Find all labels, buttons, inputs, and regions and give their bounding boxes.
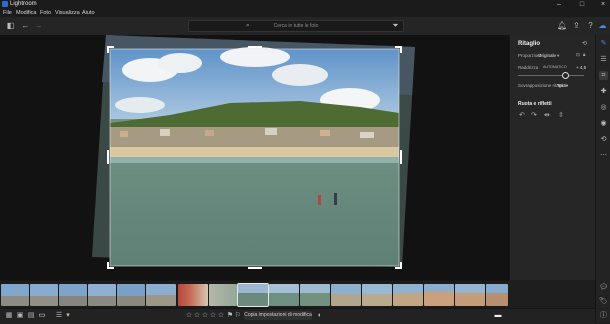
menu-file[interactable]: File — [3, 9, 12, 17]
crop-panel: Ritaglio ⟲ Proporzioni Originale ▾ ⊡ 🔒︎ … — [509, 35, 596, 280]
maximize-icon[interactable]: □ — [577, 0, 587, 9]
chevron-down-icon[interactable]: ▾ — [557, 53, 559, 59]
reset-icon[interactable]: ⟲ — [582, 40, 587, 47]
detail-view-icon[interactable]: ▤ — [27, 312, 35, 320]
filter-icon[interactable]: ⏷ — [391, 21, 400, 30]
rotate-right-icon[interactable]: ↷ — [531, 111, 537, 119]
thumbnail[interactable] — [30, 284, 58, 306]
single-view-icon[interactable]: ▭ — [38, 312, 46, 320]
star-icon[interactable]: ☆ — [201, 312, 209, 320]
sliders-icon[interactable]: ☰ — [599, 55, 608, 64]
top-toolbar: ◧ ← → ⌕ Cerca in tutte le foto ⏷ 🔔︎ ⇪ ? … — [0, 17, 610, 36]
star-icon[interactable]: ☆ — [193, 312, 201, 320]
chevron-down-icon[interactable]: ▾ — [566, 83, 568, 89]
straighten-value[interactable]: + 4,5 — [576, 65, 586, 70]
lock-icon[interactable]: 🔒︎ — [583, 52, 585, 57]
thumbnail[interactable] — [269, 284, 299, 306]
photo-canvas[interactable] — [0, 35, 509, 280]
menu-visualizza[interactable]: Visualizza — [55, 9, 80, 17]
bottom-bar: ▦ ▣ ▤ ▭ ☰ ▾ ☆ ☆ ☆ ☆ ☆ ⚑ ⚐ Copia impostaz… — [0, 308, 595, 324]
square-grid-icon[interactable]: ▣ — [16, 312, 24, 320]
minimize-icon[interactable]: – — [554, 0, 564, 9]
star-icon[interactable]: ☆ — [185, 312, 193, 320]
copy-settings-button[interactable]: Copia impostazioni di modifica — [244, 311, 312, 320]
tool-strip: ✎ ☰ ⌗ ✚ ◎ ◉ ⟲ ⋯ 💬︎ 🏷︎ ⓘ — [595, 35, 610, 323]
grid-view-icon[interactable]: ▦ — [5, 312, 13, 320]
straighten-label: Raddrizza — [518, 65, 539, 70]
rotate-left-icon[interactable]: ↶ — [519, 111, 525, 119]
lightroom-logo-icon — [2, 1, 8, 7]
filmstrip — [0, 280, 509, 309]
thumbnail[interactable] — [486, 284, 508, 306]
thumbnail[interactable] — [455, 284, 485, 306]
thumbnail[interactable] — [117, 284, 145, 306]
straighten-slider[interactable] — [518, 72, 584, 79]
help-icon[interactable]: ? — [586, 21, 595, 30]
menu-foto[interactable]: Foto — [40, 9, 51, 17]
panel-toggle-icon[interactable]: ◧ — [6, 21, 15, 30]
thumbnail[interactable] — [1, 284, 29, 306]
straighten-auto-button[interactable]: AUTOMATICO — [543, 65, 567, 69]
before-after-icon[interactable]: ◐ — [316, 312, 324, 320]
share-icon[interactable]: ⇪ — [572, 21, 581, 30]
crop-icon[interactable]: ⌗ — [599, 71, 608, 80]
search-placeholder: Cerca in tutte le foto — [273, 23, 319, 29]
chevron-down-icon[interactable]: ▾ — [64, 312, 72, 320]
sort-icon[interactable]: ☰ — [55, 312, 63, 320]
history-icon[interactable]: ⟲ — [599, 135, 608, 144]
forward-arrow-icon[interactable]: → — [34, 21, 43, 30]
filmstrip-toggle-icon[interactable]: ▬ — [494, 312, 502, 320]
thumbnail[interactable] — [209, 284, 237, 306]
more-icon[interactable]: ⋯ — [599, 151, 608, 160]
flip-vertical-icon[interactable]: ⇳ — [558, 111, 564, 119]
thumbnail[interactable] — [362, 284, 392, 306]
info-icon[interactable]: ⓘ — [599, 311, 608, 320]
thumbnail[interactable] — [331, 284, 361, 306]
back-arrow-icon[interactable]: ← — [21, 21, 30, 30]
masking-icon[interactable]: ◎ — [599, 103, 608, 112]
red-eye-icon[interactable]: ◉ — [599, 119, 608, 128]
search-input[interactable]: ⌕ Cerca in tutte le foto — [188, 20, 404, 32]
app-title: Lightroom — [10, 1, 37, 7]
comment-icon[interactable]: 💬︎ — [599, 283, 608, 292]
photo-crop-area — [110, 47, 399, 266]
flag-icon[interactable]: ⚑ — [226, 312, 234, 320]
thumbnail[interactable] — [59, 284, 87, 306]
star-icon[interactable]: ☆ — [209, 312, 217, 320]
tag-icon[interactable]: 🏷︎ — [599, 297, 608, 306]
reject-flag-icon[interactable]: ⚐ — [234, 312, 242, 320]
menu-bar: File Modifica Foto Visualizza Aiuto — [0, 9, 610, 17]
menu-aiuto[interactable]: Aiuto — [82, 9, 95, 17]
thumbnail[interactable] — [88, 284, 116, 306]
thumbnail[interactable] — [424, 284, 454, 306]
straighten-slider-knob[interactable] — [561, 72, 569, 79]
aspect-dropdown[interactable]: Originale — [538, 53, 556, 58]
panel-title: Ritaglio — [518, 41, 540, 47]
thumbnail[interactable] — [178, 284, 208, 306]
thumbnail[interactable] — [146, 284, 176, 306]
menu-modifica[interactable]: Modifica — [16, 9, 36, 17]
cloud-icon[interactable]: ☁ — [598, 21, 607, 30]
thumbnail[interactable] — [393, 284, 423, 306]
thumbnail-selected[interactable] — [237, 283, 269, 307]
close-icon[interactable]: × — [598, 0, 608, 9]
thumbnail[interactable] — [300, 284, 330, 306]
bell-icon[interactable]: 🔔︎ — [557, 21, 567, 30]
star-icon[interactable]: ☆ — [217, 312, 225, 320]
rotate-section-title: Ruota e rifletti — [518, 101, 552, 107]
crop-ratio-icon[interactable]: ⊡ — [576, 52, 580, 58]
edit-icon[interactable]: ✎ — [599, 39, 608, 48]
crop-view[interactable] — [0, 35, 509, 280]
healing-icon[interactable]: ✚ — [599, 87, 608, 96]
title-bar: Lightroom – □ × — [0, 0, 610, 9]
flip-horizontal-icon[interactable]: ⇹ — [544, 111, 550, 119]
